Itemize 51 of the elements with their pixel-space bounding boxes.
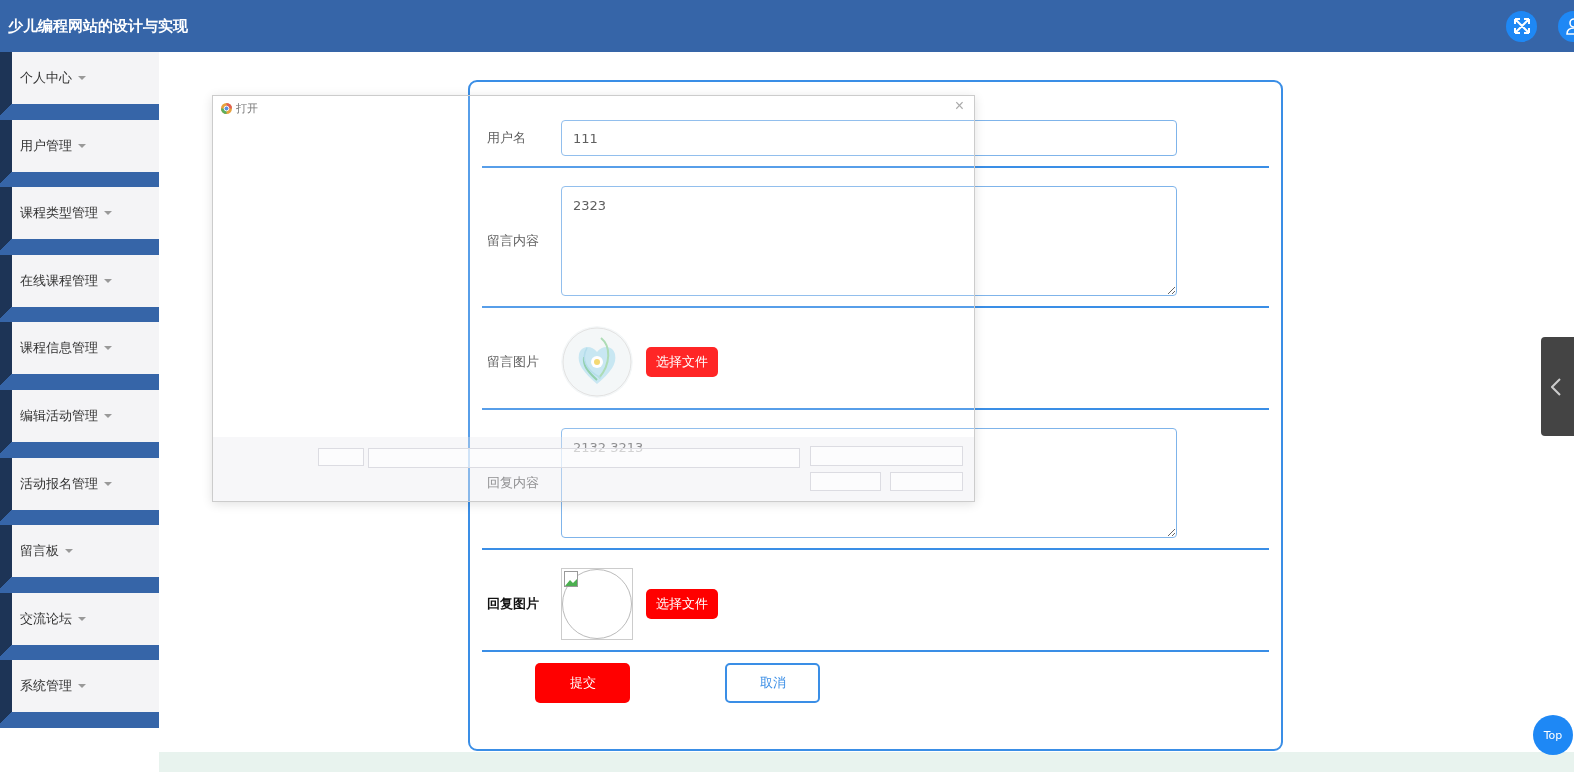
fullscreen-icon[interactable] <box>1506 10 1537 42</box>
accent-strip <box>0 52 12 104</box>
field-label: 回复图片 <box>487 595 540 613</box>
accent-strip <box>0 254 12 307</box>
accent-strip <box>0 457 12 510</box>
field-label: 用户名 <box>487 129 527 147</box>
site-title: 少儿编程网站的设计与实现 <box>8 16 189 36</box>
caret-icon <box>78 143 86 148</box>
accent-strip <box>0 119 12 172</box>
sidebar-item[interactable]: 课程类型管理 <box>0 187 159 255</box>
accent-strip <box>0 187 12 240</box>
sidebar-item[interactable]: 交流论坛 <box>0 592 159 661</box>
caret-icon <box>78 684 86 689</box>
choose-file-button[interactable]: 选择文件 <box>646 589 718 619</box>
caret-icon <box>104 211 112 216</box>
accent-strip <box>0 592 12 645</box>
caret-icon <box>104 346 112 351</box>
field-label: 留言图片 <box>487 353 540 371</box>
sidebar-item[interactable]: 个人中心 <box>0 52 159 120</box>
chevron-left-icon <box>1551 377 1561 396</box>
back-to-top-button[interactable]: Top <box>1533 715 1573 755</box>
blank-field <box>318 448 364 466</box>
accent-strip <box>0 389 12 442</box>
dialog-title: 打开 <box>236 101 258 116</box>
sidebar-item[interactable]: 课程信息管理 <box>0 322 159 390</box>
sidebar-item[interactable]: 用户管理 <box>0 119 159 188</box>
accent-strip <box>0 525 12 578</box>
caret-icon <box>104 278 112 283</box>
caret-icon <box>78 616 86 621</box>
side-panel-toggle[interactable] <box>1541 337 1574 436</box>
caret-icon <box>65 549 73 554</box>
choose-file-button[interactable]: 选择文件 <box>646 347 718 377</box>
app-icon <box>221 103 232 114</box>
accent-strip <box>0 660 12 713</box>
cancel-button[interactable]: 取消 <box>725 663 820 703</box>
blank-field <box>810 472 881 491</box>
caret-icon <box>104 481 112 486</box>
field-label: 留言内容 <box>487 232 540 250</box>
sidebar-item[interactable]: 系统管理 <box>0 660 159 728</box>
accent-strip <box>0 322 12 375</box>
input-field[interactable]: 111 <box>561 120 1177 156</box>
field-label: 回复内容 <box>487 474 540 492</box>
broken-image-icon <box>564 571 580 587</box>
text-area[interactable]: 2323 <box>561 186 1177 296</box>
sidebar-item[interactable]: 活动报名管理 <box>0 457 159 526</box>
caret-icon <box>104 413 112 418</box>
caret-icon <box>78 76 86 80</box>
sidebar-item[interactable]: 编辑活动管理 <box>0 389 159 458</box>
sidebar-item[interactable]: 在线课程管理 <box>0 254 159 323</box>
sidebar-item[interactable]: 留言板 <box>0 525 159 593</box>
submit-button[interactable]: 提交 <box>535 663 630 703</box>
